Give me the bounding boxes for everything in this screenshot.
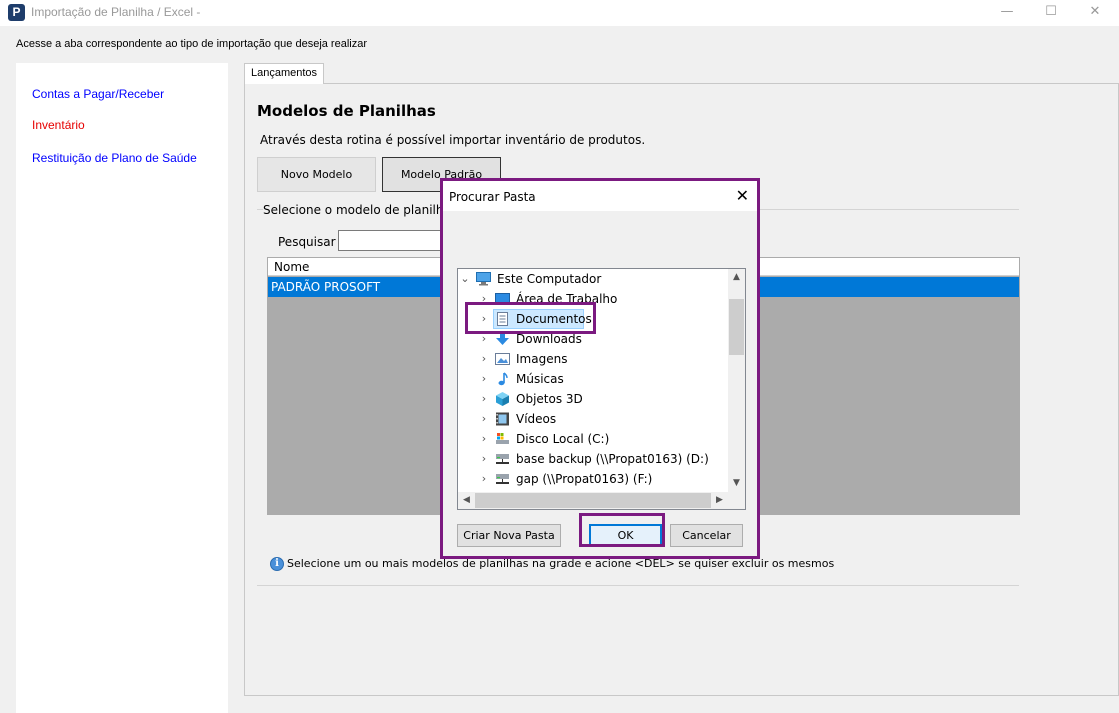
scroll-down-icon[interactable]: ▼ <box>728 475 745 492</box>
tree-item-label: Músicas <box>516 372 564 386</box>
search-label: Pesquisar <box>278 235 336 249</box>
tree-item-label: Imagens <box>516 352 568 366</box>
chevron-right-icon[interactable]: › <box>479 389 489 409</box>
dialog-title: Procurar Pasta <box>449 190 536 204</box>
tree-item-label: base backup (\\Propat0163) (D:) <box>516 452 709 466</box>
computer-icon <box>476 272 491 286</box>
close-window-button[interactable]: ✕ <box>1085 3 1105 21</box>
chevron-right-icon[interactable]: › <box>479 449 489 469</box>
app-logo-icon: P <box>8 4 25 21</box>
maximize-button[interactable]: ☐ <box>1041 3 1061 21</box>
chevron-right-icon[interactable]: › <box>479 429 489 449</box>
3d-objects-icon <box>495 392 510 406</box>
scrollbar-thumb[interactable] <box>729 299 744 355</box>
chevron-right-icon[interactable]: › <box>479 469 489 489</box>
minimize-button[interactable]: — <box>997 3 1017 21</box>
tree-item-label: Este Computador <box>497 272 602 286</box>
page-description: Através desta rotina é possível importar… <box>260 133 646 147</box>
link-inventario[interactable]: Inventário <box>32 118 85 132</box>
tree-item-label: gap (\\Propat0163) (F:) <box>516 472 653 486</box>
title-bar: P Importação de Planilha / Excel - — ☐ ✕ <box>0 0 1119 26</box>
chevron-right-icon[interactable]: › <box>479 349 489 369</box>
new-folder-button[interactable]: Criar Nova Pasta <box>457 524 561 547</box>
downloads-icon <box>495 332 510 346</box>
dialog-close-button[interactable]: ✕ <box>736 186 749 205</box>
instructions-text: Acesse a aba correspondente ao tipo de i… <box>16 38 368 50</box>
scroll-up-icon[interactable]: ▲ <box>728 269 745 286</box>
ok-highlight-box <box>579 513 665 547</box>
chevron-down-icon[interactable]: ⌄ <box>460 269 470 289</box>
group-label: Selecione o modelo de planilha d <box>263 203 467 217</box>
tab-lancamentos[interactable]: Lançamentos <box>244 63 324 84</box>
chevron-right-icon[interactable]: › <box>479 409 489 429</box>
pictures-icon <box>495 352 510 366</box>
scroll-right-icon[interactable]: ▶ <box>711 492 728 509</box>
music-icon <box>495 372 510 386</box>
link-contas-pagar-receber[interactable]: Contas a Pagar/Receber <box>32 87 164 101</box>
dialog-title-bar: Procurar Pasta ✕ <box>443 181 757 211</box>
vertical-scrollbar[interactable]: ▲ ▼ <box>728 269 745 492</box>
info-icon: i <box>270 557 284 571</box>
network-drive-icon <box>495 472 510 486</box>
videos-icon <box>495 412 510 426</box>
local-disk-icon <box>495 432 510 446</box>
browse-folder-dialog: Procurar Pasta ✕ ⌄ Este Computador › Áre… <box>440 178 760 559</box>
tree-item-label: Vídeos <box>516 412 557 426</box>
tree-item-label: Objetos 3D <box>516 392 583 406</box>
chevron-right-icon[interactable]: › <box>479 369 489 389</box>
search-input[interactable] <box>338 230 448 251</box>
network-drive-icon <box>495 452 510 466</box>
import-type-list: Contas a Pagar/Receber Inventário Restit… <box>16 63 228 713</box>
page-title: Modelos de Planilhas <box>257 102 436 120</box>
documentos-highlight-box <box>465 302 596 334</box>
window-title: Importação de Planilha / Excel - <box>31 5 201 19</box>
scroll-left-icon[interactable]: ◀ <box>458 492 475 509</box>
link-restituicao-plano-saude[interactable]: Restituição de Plano de Saúde <box>32 151 197 165</box>
tree-item-label: Disco Local (C:) <box>516 432 610 446</box>
cancel-button[interactable]: Cancelar <box>670 524 743 547</box>
scrollbar-thumb[interactable] <box>475 493 711 508</box>
new-model-button[interactable]: Novo Modelo <box>257 157 376 192</box>
horizontal-scrollbar[interactable]: ◀ ▶ <box>458 492 745 509</box>
